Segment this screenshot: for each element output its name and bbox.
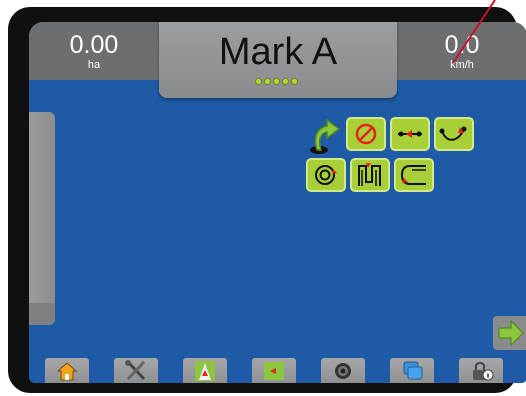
tools-button[interactable] <box>114 358 158 383</box>
side-panel-tab[interactable] <box>29 112 55 325</box>
status-dot <box>255 78 262 85</box>
camera-icon <box>335 363 351 379</box>
guidance-mode-title-box[interactable]: Mark A <box>159 22 397 98</box>
next-page-button[interactable] <box>493 316 526 350</box>
layers-button[interactable] <box>390 358 434 383</box>
status-dot <box>273 78 280 85</box>
status-dot <box>282 78 289 85</box>
last-pass-icon[interactable] <box>350 158 390 192</box>
page-title: Mark A <box>218 31 338 73</box>
guidance-view-icon <box>195 361 215 381</box>
status-dot <box>291 78 298 85</box>
circle-pivot-icon[interactable] <box>306 158 346 192</box>
lock-info-button[interactable] <box>459 358 503 383</box>
straight-ab-icon[interactable] <box>390 117 430 151</box>
status-dot <box>264 78 271 85</box>
guidance-view-button[interactable] <box>183 358 227 383</box>
area-readout[interactable]: 0.00 ha <box>29 22 159 80</box>
speed-unit: km/h <box>450 59 474 71</box>
bottom-toolbar <box>29 355 526 383</box>
return-to-point-icon[interactable] <box>307 115 341 155</box>
speed-readout[interactable]: 0.0 km/h <box>397 22 526 80</box>
camera-button[interactable] <box>321 358 365 383</box>
speed-value: 0.0 <box>444 31 480 59</box>
status-dots <box>255 78 298 86</box>
layers-icon <box>403 361 423 380</box>
lock-info-icon <box>473 362 494 381</box>
area-value: 0.00 <box>69 31 119 59</box>
field-map-icon <box>264 362 284 380</box>
field-map-button[interactable] <box>252 358 296 383</box>
adaptive-curve-icon[interactable] <box>394 158 434 192</box>
tools-icon <box>125 360 146 381</box>
right-arrow-icon <box>498 319 524 347</box>
no-guidance-icon[interactable] <box>346 117 386 151</box>
device-frame: 0.00 ha 0.0 km/h Mark A <box>8 7 526 393</box>
display-screen: 0.00 ha 0.0 km/h Mark A <box>29 22 526 383</box>
area-unit: ha <box>87 59 101 71</box>
curved-ab-icon[interactable] <box>434 117 474 151</box>
home-button[interactable] <box>45 358 89 383</box>
home-icon <box>56 362 78 381</box>
